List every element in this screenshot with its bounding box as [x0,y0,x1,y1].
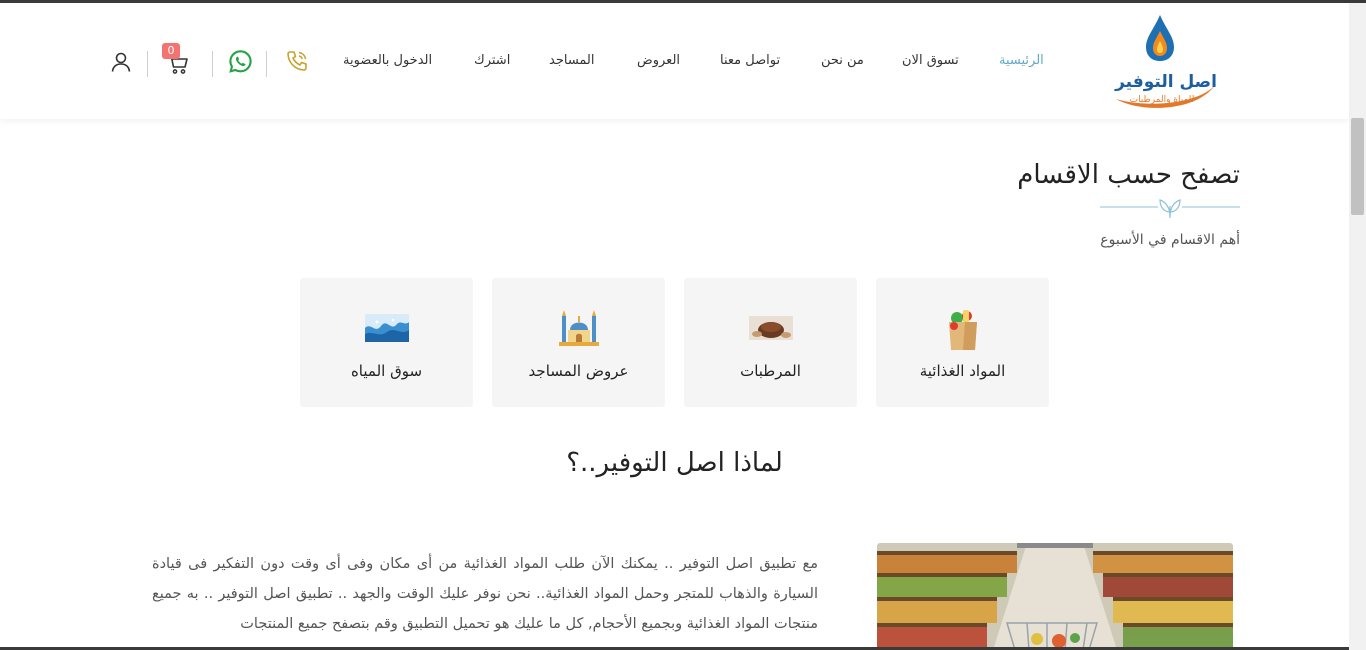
brand-logo[interactable]: اصل التوفير للمياة والمرطبات [1110,11,1222,115]
category-label: سوق المياه [350,362,423,380]
site-header: اصل التوفير للمياة والمرطبات الرئيسية تس… [0,3,1349,119]
nav-offers[interactable]: العروض [637,53,680,68]
nav-member-login[interactable]: الدخول بالعضوية [343,53,432,68]
nav-mosques[interactable]: المساجد [549,53,595,68]
nav-contact[interactable]: تواصل معنا [720,53,780,68]
nav-about[interactable]: من نحن [821,53,864,68]
user-icon[interactable] [109,50,133,74]
water-icon [364,314,409,342]
whatsapp-icon[interactable] [228,49,253,74]
category-label: عروض المساجد [528,362,629,380]
svg-text:للمياة والمرطبات: للمياة والمرطبات [1130,95,1195,105]
svg-text:اصل التوفير: اصل التوفير [1114,72,1217,92]
category-label: المرطبات [740,362,801,380]
header-divider [266,51,267,77]
supermarket-image [877,543,1233,650]
why-title: لماذا اصل التوفير..؟ [566,448,783,478]
categories-subtitle: أهم الاقسام في الأسبوع [1100,232,1240,248]
category-card-refreshments[interactable]: المرطبات [684,278,857,407]
nav-shop-now[interactable]: تسوق الان [902,53,959,68]
grocery-bag-icon [948,310,977,350]
mosque-icon [558,310,599,346]
scrollbar-thumb[interactable] [1351,118,1364,215]
category-label: المواد الغذائية [919,362,1006,380]
nav-home[interactable]: الرئيسية [999,53,1044,68]
header-divider [212,51,213,77]
categories-title: تصفح حسب الاقسام [1017,160,1240,190]
category-card-water-market[interactable]: سوق المياه [300,278,473,407]
logo-wordmark: اصل التوفير للمياة والمرطبات [1114,72,1217,105]
nav-subscribe[interactable]: اشترك [474,53,510,68]
header-divider [147,51,148,77]
category-card-mosque-offers[interactable]: عروض المساجد [492,278,665,407]
refreshments-icon [748,316,793,340]
why-paragraph: مع تطبيق اصل التوفير .. يمكنك الآن طلب ا… [152,556,818,632]
leaf-ornament-icon [1100,199,1240,218]
category-card-groceries[interactable]: المواد الغذائية [876,278,1049,407]
phone-icon[interactable] [285,49,309,73]
page-scrollbar[interactable] [1349,3,1366,650]
cart-count-badge: 0 [162,43,180,59]
